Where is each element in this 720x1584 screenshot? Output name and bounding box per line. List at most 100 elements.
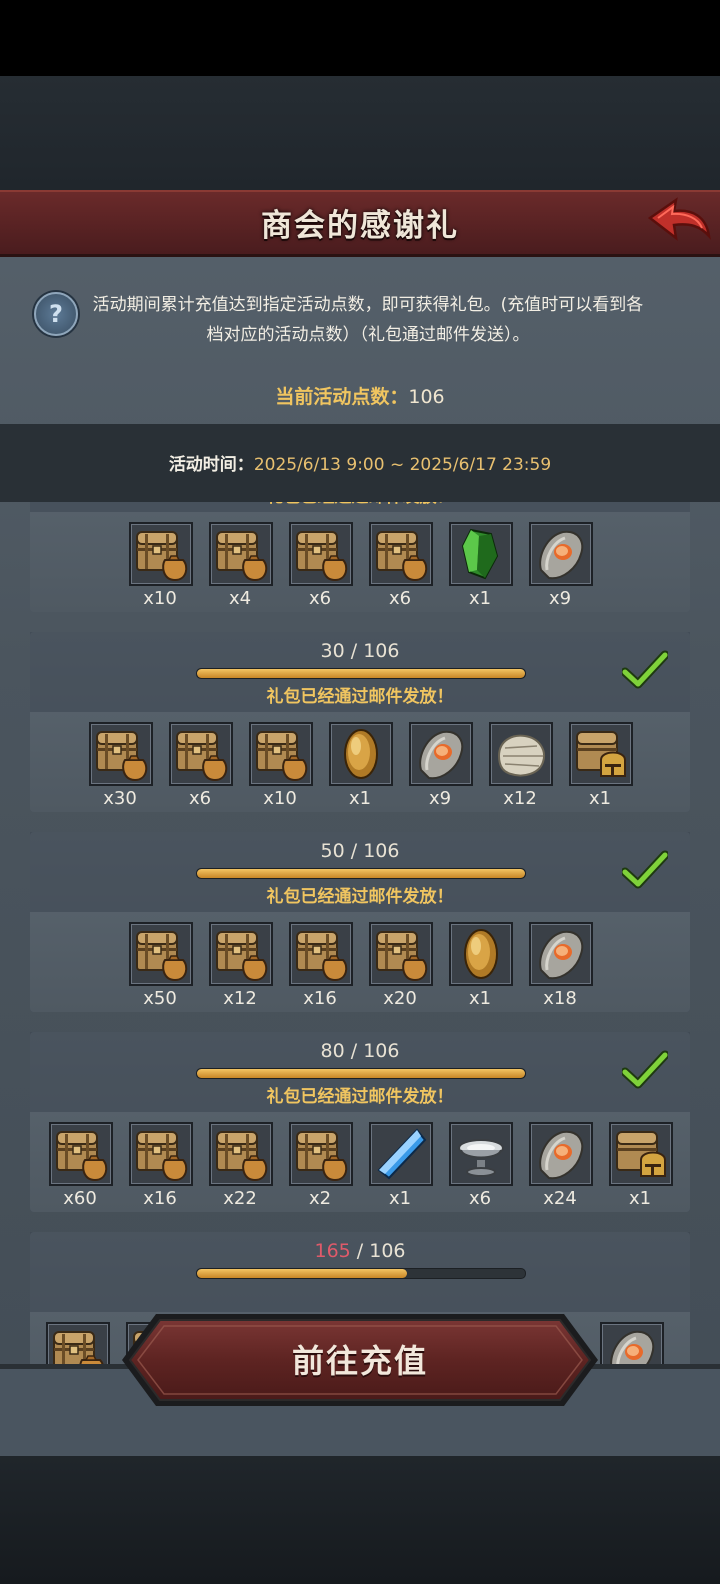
reward-item[interactable]: x18 xyxy=(529,922,593,1009)
reward-tier: 30 / 106 礼包已经通过邮件发放！ x30 x6 x10 x1 x9 x12 xyxy=(30,632,690,812)
reward-item-quantity: x50 xyxy=(143,988,177,1009)
tier-progress-bar xyxy=(196,668,526,679)
chest-helmet-icon xyxy=(609,1122,673,1186)
chest-bag-icon xyxy=(89,722,153,786)
reward-tier: 106 / 10礼包已经通过邮件发放！ x10 x4 x6 x6 x1 xyxy=(30,502,690,612)
reward-item[interactable]: x20 xyxy=(369,922,433,1009)
reward-item-quantity: x16 xyxy=(143,1188,177,1209)
chest-helmet-icon xyxy=(569,722,633,786)
reward-item[interactable]: x12 xyxy=(209,922,273,1009)
reward-item[interactable] xyxy=(600,1322,664,1364)
reward-item-quantity: x6 xyxy=(388,588,412,609)
claimed-check-icon xyxy=(622,1050,668,1089)
tier-status-text: 礼包已经通过邮件发放！ xyxy=(266,887,454,907)
reward-item[interactable]: x30 xyxy=(89,722,153,809)
bronze-coin-icon xyxy=(449,922,513,986)
reward-item[interactable]: x2 xyxy=(289,1122,353,1209)
chest-bag-icon xyxy=(209,922,273,986)
reward-item-quantity: x4 xyxy=(228,588,252,609)
chest-bag-icon xyxy=(289,922,353,986)
reward-item[interactable]: x1 xyxy=(609,1122,673,1209)
help-question-icon[interactable]: ? xyxy=(34,292,78,336)
claimed-check-icon xyxy=(622,850,668,889)
back-arrow-icon[interactable] xyxy=(646,196,712,246)
tier-progress-fill xyxy=(197,869,525,878)
silver-bowl-icon xyxy=(449,1122,513,1186)
current-points-value: 106 xyxy=(408,386,445,408)
chest-bag-icon xyxy=(369,522,433,586)
chest-bag-icon xyxy=(289,1122,353,1186)
reward-item-quantity: x10 xyxy=(263,788,297,809)
tier-status-text: 礼包已经通过邮件发放！ xyxy=(266,1087,454,1107)
reward-item[interactable]: x60 xyxy=(49,1122,113,1209)
tier-progress-bar xyxy=(196,868,526,879)
reward-item[interactable]: x1 xyxy=(569,722,633,809)
tier-status-text: 礼包已经通过邮件发放！ xyxy=(266,687,454,707)
tier-current-points: 30 xyxy=(320,640,345,662)
reward-item-quantity: x12 xyxy=(503,788,537,809)
tier-required-points: / 106 xyxy=(344,640,400,662)
reward-item[interactable]: x1 xyxy=(329,722,393,809)
chest-bag-icon xyxy=(289,522,353,586)
ore-stone-icon xyxy=(529,922,593,986)
reward-item[interactable]: x4 xyxy=(209,522,273,609)
reward-item-quantity: x30 xyxy=(103,788,137,809)
reward-tier-list[interactable]: 106 / 10礼包已经通过邮件发放！ x10 x4 x6 x6 x1 xyxy=(0,502,720,1364)
event-time-value: 2025/6/13 9:00 ~ 2025/6/17 23:59 xyxy=(253,455,552,475)
event-time: 活动时间：2025/6/13 9:00 ~ 2025/6/17 23:59 xyxy=(0,450,720,475)
tier-progress-fill xyxy=(197,1269,407,1278)
reward-item[interactable]: x1 xyxy=(369,1122,433,1209)
chest-bag-icon xyxy=(369,922,433,986)
reward-item[interactable]: x6 xyxy=(289,522,353,609)
claimed-check-icon xyxy=(622,650,668,689)
reward-item-quantity: x10 xyxy=(143,588,177,609)
reward-item[interactable]: x50 xyxy=(129,922,193,1009)
reward-item[interactable]: x9 xyxy=(529,522,593,609)
background-top xyxy=(0,76,720,190)
reward-item-quantity: x1 xyxy=(388,1188,412,1209)
reward-item[interactable]: x9 xyxy=(409,722,473,809)
ore-stone-icon xyxy=(409,722,473,786)
reward-item[interactable]: x6 xyxy=(449,1122,513,1209)
tier-current-points: 165 xyxy=(314,1240,351,1262)
reward-item[interactable]: x16 xyxy=(289,922,353,1009)
page-title: 商会的感谢礼 xyxy=(261,208,459,244)
current-points-label: 当前活动点数： xyxy=(275,386,409,408)
ore-stone-icon xyxy=(529,522,593,586)
reward-item[interactable]: x10 xyxy=(249,722,313,809)
tier-current-points: 50 xyxy=(320,840,345,862)
tier-current-points: 80 xyxy=(320,1040,345,1062)
reward-tier: 80 / 106 礼包已经通过邮件发放！ x60 x16 x22 x2 x1 x… xyxy=(30,1032,690,1212)
reward-item[interactable]: x12 xyxy=(489,722,553,809)
chest-bag-icon xyxy=(129,922,193,986)
tier-status-text: 礼包已经通过邮件发放！ xyxy=(30,502,690,507)
tier-required-points: / 106 xyxy=(350,1240,406,1262)
reward-item-quantity: x2 xyxy=(308,1188,332,1209)
reward-item-quantity: x16 xyxy=(303,988,337,1009)
tier-required-points: / 106 xyxy=(344,1040,400,1062)
reward-item[interactable] xyxy=(46,1322,110,1364)
tier-progress-bar xyxy=(196,1068,526,1079)
chest-bag-icon xyxy=(129,522,193,586)
reward-item[interactable]: x6 xyxy=(169,722,233,809)
reward-item[interactable]: x16 xyxy=(129,1122,193,1209)
reward-item-quantity: x9 xyxy=(428,788,452,809)
footer-background xyxy=(0,1456,720,1584)
reward-item[interactable]: x24 xyxy=(529,1122,593,1209)
reward-item[interactable]: x1 xyxy=(449,922,513,1009)
reward-item[interactable]: x22 xyxy=(209,1122,273,1209)
event-description: 活动期间累计充值达到指定活动点数，即可获得礼包。(充值时可以看到各档对应的活动点… xyxy=(92,295,644,345)
chest-bag-icon xyxy=(49,1122,113,1186)
tier-progress-text: 30 / 106 xyxy=(30,640,690,662)
chest-bag-icon xyxy=(209,1122,273,1186)
reward-item-quantity: x9 xyxy=(548,588,572,609)
reward-item-quantity: x6 xyxy=(308,588,332,609)
tier-progress-bar xyxy=(196,1268,526,1279)
reward-item[interactable]: x6 xyxy=(369,522,433,609)
reward-item-quantity: x22 xyxy=(223,1188,257,1209)
reward-item[interactable]: x10 xyxy=(129,522,193,609)
chest-bag-icon xyxy=(129,1122,193,1186)
reward-item[interactable]: x1 xyxy=(449,522,513,609)
tier-progress-fill xyxy=(197,669,525,678)
event-time-label: 活动时间： xyxy=(168,455,254,475)
